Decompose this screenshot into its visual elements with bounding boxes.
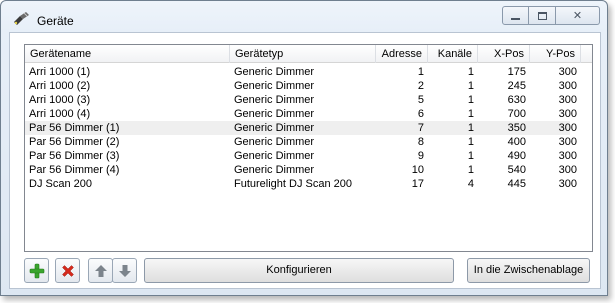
table-row[interactable]: Par 56 Dimmer (2) Generic Dimmer 8 1 400 300 [25,135,577,149]
cell-address: 8 [417,136,424,148]
column-header-xpos[interactable]: X-Pos [478,45,530,63]
cell-xpos: 700 [507,108,526,120]
list-header: Gerätename Gerätetyp Adresse Kanäle X-Po… [25,45,592,63]
table-row[interactable]: Arri 1000 (2) Generic Dimmer 2 1 245 300 [25,79,577,93]
cell-type: Generic Dimmer [234,136,315,148]
cell-name: Arri 1000 (4) [29,108,91,120]
cell-address: 2 [417,80,424,92]
cell-name: Arri 1000 (1) [29,66,91,78]
column-header-type[interactable]: Gerätetyp [230,45,376,63]
cell-channels: 1 [467,136,474,148]
close-button[interactable]: ✕ [556,6,600,25]
cell-type: Generic Dimmer [234,66,315,78]
cell-channels: 1 [467,164,474,176]
arrow-down-icon [118,264,131,277]
cell-channels: 1 [467,80,474,92]
column-header-ypos[interactable]: Y-Pos [530,45,581,63]
table-row[interactable]: Par 56 Dimmer (1) Generic Dimmer 7 1 350 300 [25,121,577,135]
cell-channels: 1 [467,108,474,120]
cell-ypos: 300 [558,136,577,148]
column-header-name[interactable]: Gerätename [25,45,230,63]
cell-name: DJ Scan 200 [29,178,92,190]
cell-xpos: 245 [507,80,526,92]
cell-channels: 4 [467,178,474,190]
x-icon [61,264,74,277]
delete-button[interactable] [55,258,80,283]
cell-address: 1 [417,66,424,78]
cell-xpos: 630 [507,94,526,106]
cell-ypos: 300 [558,178,577,190]
cell-address: 10 [411,164,424,176]
close-icon: ✕ [572,10,583,22]
window-title: Geräte [37,14,74,28]
cell-ypos: 300 [558,66,577,78]
cell-ypos: 300 [558,150,577,162]
cell-xpos: 350 [507,122,526,134]
cell-ypos: 300 [558,80,577,92]
cell-name: Par 56 Dimmer (2) [29,136,120,148]
cell-ypos: 300 [558,94,577,106]
bottom-toolbar: Konfigurieren In die Zwischenablage [10,254,600,288]
cell-xpos: 400 [507,136,526,148]
maximize-icon [537,11,547,20]
cell-address: 9 [417,150,424,162]
cell-ypos: 300 [558,164,577,176]
cell-name: Par 56 Dimmer (4) [29,164,120,176]
arrow-up-icon [94,264,107,277]
cell-xpos: 175 [507,66,526,78]
title-bar[interactable]: Geräte ✕ [1,1,607,33]
move-up-button[interactable] [88,258,113,283]
cell-type: Generic Dimmer [234,108,315,120]
cell-address: 5 [417,94,424,106]
cell-name: Arri 1000 (3) [29,94,91,106]
cell-type: Generic Dimmer [234,122,315,134]
cell-xpos: 540 [507,164,526,176]
minimize-button[interactable] [502,6,529,25]
minimize-icon [511,17,520,20]
table-row[interactable]: Par 56 Dimmer (3) Generic Dimmer 9 1 490 300 [25,149,577,163]
cell-address: 7 [417,122,424,134]
dimmer-device-icon [14,12,29,25]
plus-icon [29,263,44,278]
cell-address: 17 [411,178,424,190]
cell-name: Par 56 Dimmer (1) [29,122,120,134]
device-list[interactable]: Gerätename Gerätetyp Adresse Kanäle X-Po… [24,44,593,252]
table-row[interactable]: Par 56 Dimmer (4) Generic Dimmer 10 1 540 300 [25,163,577,177]
cell-address: 6 [417,108,424,120]
add-button[interactable] [24,258,49,283]
cell-ypos: 300 [558,108,577,120]
table-row[interactable]: Arri 1000 (1) Generic Dimmer 1 1 175 300 [25,65,577,79]
copy-to-clipboard-button[interactable]: In die Zwischenablage [467,258,590,283]
cell-name: Arri 1000 (2) [29,80,91,92]
column-header-address[interactable]: Adresse [376,45,428,63]
cell-type: Generic Dimmer [234,150,315,162]
cell-type: Generic Dimmer [234,94,315,106]
client-area: Gerätename Gerätetyp Adresse Kanäle X-Po… [9,32,601,289]
cell-channels: 1 [467,150,474,162]
cell-name: Par 56 Dimmer (3) [29,150,120,162]
cell-type: Generic Dimmer [234,164,315,176]
cell-xpos: 490 [507,150,526,162]
cell-channels: 1 [467,94,474,106]
cell-type: Generic Dimmer [234,80,315,92]
geraete-window: Geräte ✕ Gerätename Gerätetyp Adresse Ka… [0,0,608,296]
table-row[interactable]: Arri 1000 (4) Generic Dimmer 6 1 700 300 [25,107,577,121]
caption-buttons: ✕ [502,6,600,25]
column-header-channels[interactable]: Kanäle [428,45,478,63]
cell-channels: 1 [467,66,474,78]
cell-xpos: 445 [507,178,526,190]
cell-channels: 1 [467,122,474,134]
table-row[interactable]: DJ Scan 200 Futurelight DJ Scan 200 17 4 445… [25,177,577,191]
cell-type: Futurelight DJ Scan 200 [234,178,353,190]
table-row[interactable]: Arri 1000 (3) Generic Dimmer 5 1 630 300 [25,93,577,107]
maximize-button[interactable] [529,6,556,25]
cell-ypos: 300 [558,122,577,134]
configure-button[interactable]: Konfigurieren [144,258,454,283]
move-down-button[interactable] [112,258,137,283]
